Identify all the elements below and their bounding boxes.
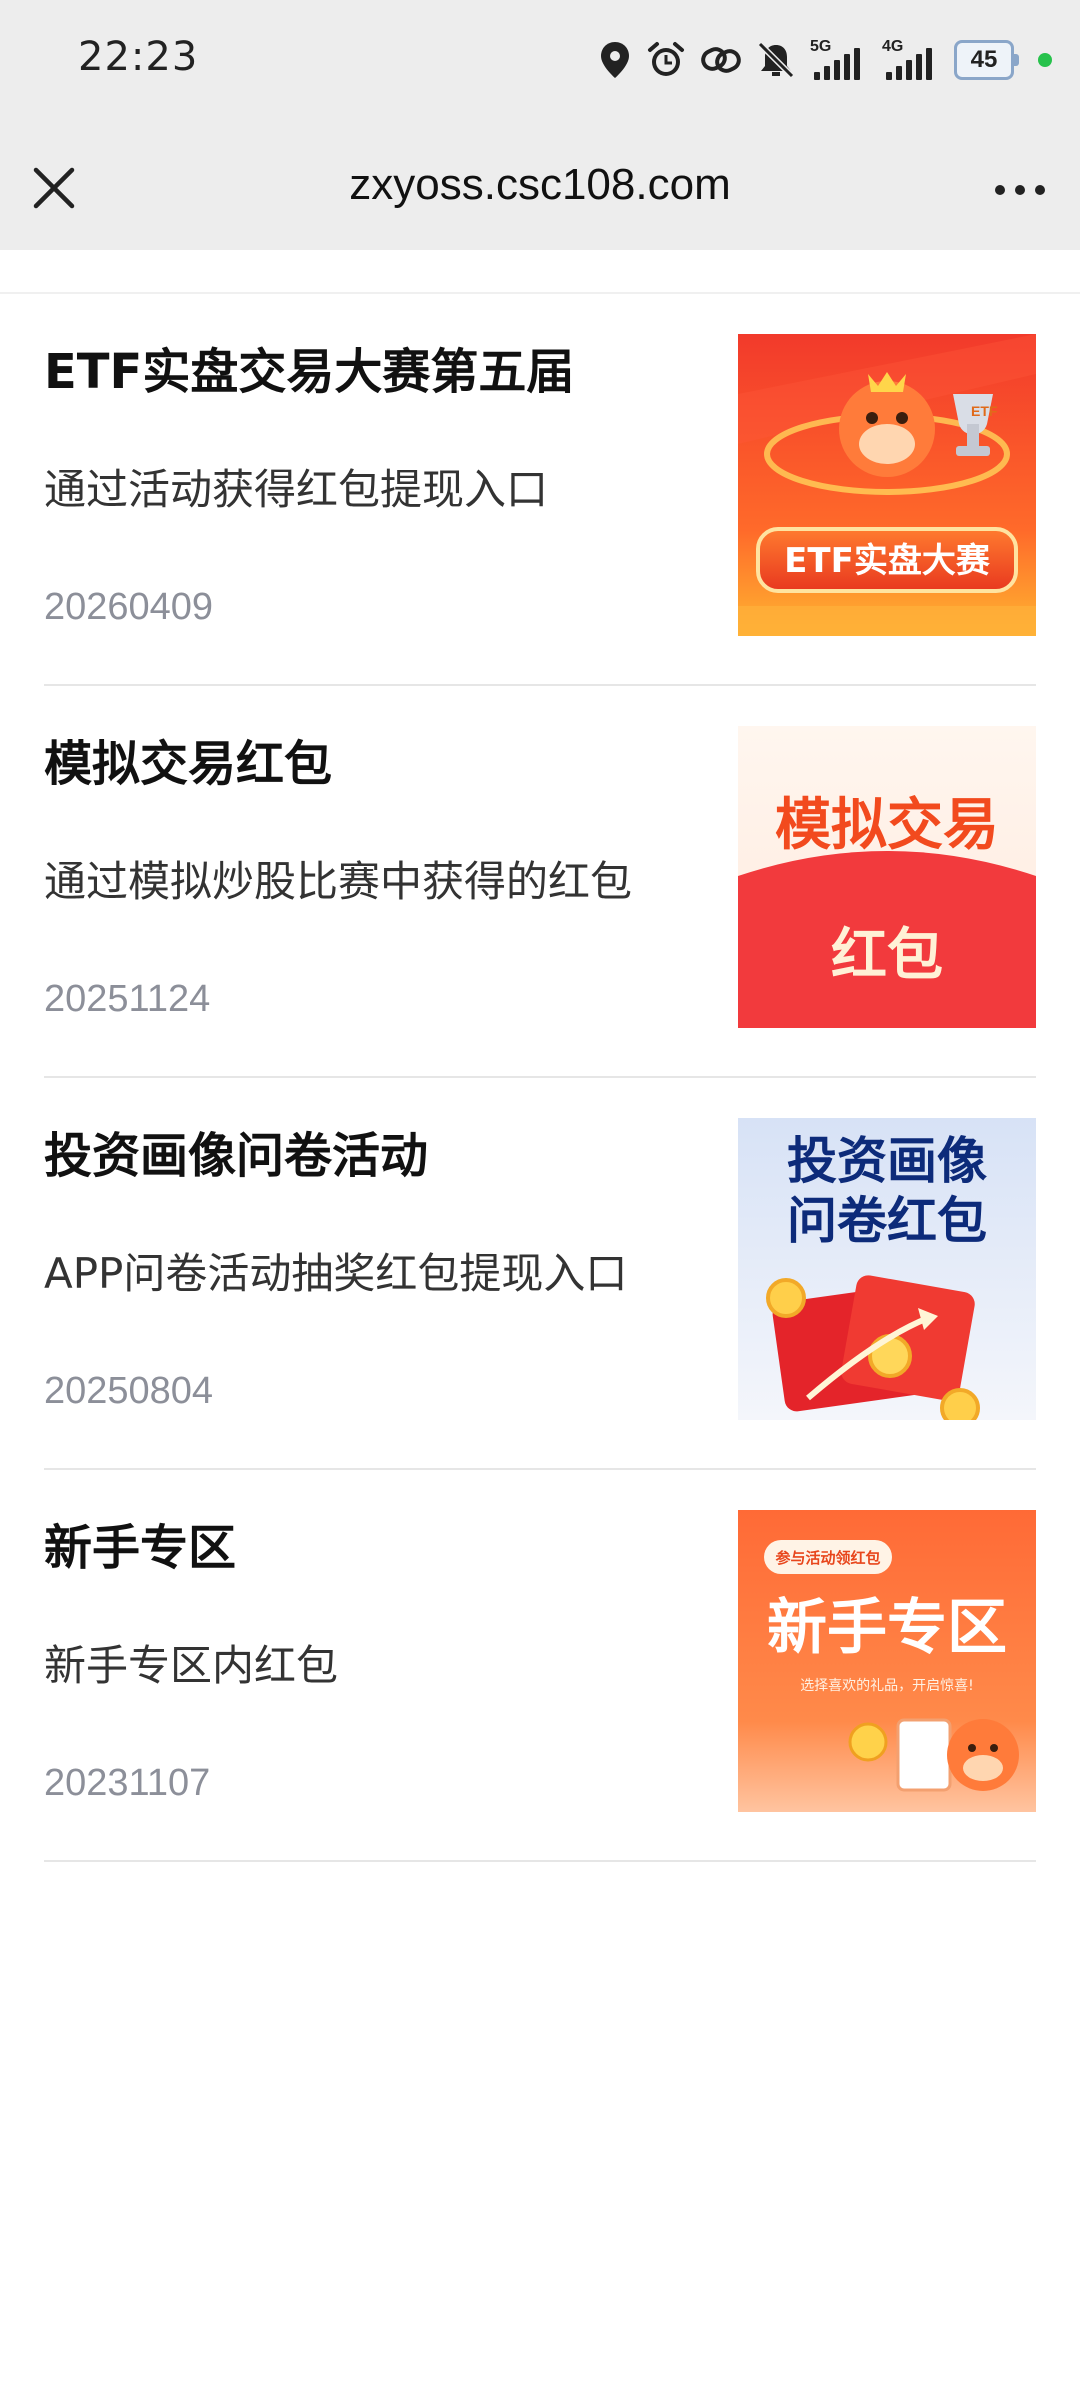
survey-line2: 问卷红包 <box>787 1192 987 1250</box>
browser-nav-bar: zxyoss.csc108.com <box>0 120 1080 250</box>
mock-trade-image: 模拟交易 红包 <box>738 726 1036 1028</box>
item-thumbnail: ETF ETF实盘大赛 <box>738 334 1036 636</box>
mock-trade-line1: 模拟交易 <box>775 793 999 858</box>
mock-trade-line2: 红包 <box>831 923 943 988</box>
battery-icon: 45 <box>954 40 1019 80</box>
item-date: 20260409 <box>44 586 214 628</box>
item-thumbnail: 投资画像 问卷红包 <box>738 1118 1036 1420</box>
item-thumbnail: 参与活动领红包 新手专区 选择喜欢的礼品，开启惊喜! <box>738 1510 1036 1812</box>
status-time: 22:23 <box>78 34 199 80</box>
list-item[interactable]: 投资画像问卷活动 APP问卷活动抽奖红包提现入口 20250804 投资画像 问… <box>44 1078 1036 1470</box>
link-icon <box>701 47 741 73</box>
more-icon <box>995 185 1045 195</box>
list-item[interactable]: 模拟交易红包 通过模拟炒股比赛中获得的红包 20251124 模拟交易 红包 <box>44 686 1036 1078</box>
item-title: 新手专区 <box>44 1520 237 1576</box>
item-title: 模拟交易红包 <box>44 736 333 792</box>
item-title: 投资画像问卷活动 <box>44 1128 429 1184</box>
location-icon <box>601 42 629 78</box>
red-packet-list: ETF实盘交易大赛第五届 通过活动获得红包提现入口 20260409 ETF E… <box>0 294 1080 1862</box>
etf-contest-image: ETF ETF实盘大赛 <box>738 334 1036 636</box>
item-description: 新手专区内红包 <box>44 1641 339 1690</box>
newbie-title: 新手专区 <box>767 1593 1007 1663</box>
item-description: APP问卷活动抽奖红包提现入口 <box>44 1249 628 1298</box>
item-title: ETF实盘交易大赛第五届 <box>44 344 575 400</box>
item-date: 20231107 <box>44 1762 211 1804</box>
signal-5g: 5G <box>810 38 868 82</box>
newbie-zone-image: 参与活动领红包 新手专区 选择喜欢的礼品，开启惊喜! <box>738 1510 1036 1812</box>
etf-badge-text: ETF <box>971 403 998 419</box>
page-url: zxyoss.csc108.com <box>349 160 731 209</box>
signal-bars-icon <box>814 48 860 80</box>
list-item[interactable]: 新手专区 新手专区内红包 20231107 参与活动领红包 新手专区 选择喜欢的… <box>44 1470 1036 1862</box>
etf-banner-text: ETF实盘大赛 <box>784 541 991 581</box>
item-date: 20251124 <box>44 978 211 1020</box>
mute-icon <box>757 41 795 79</box>
signal-4g: 4G <box>882 38 940 82</box>
battery-level: 45 <box>970 46 998 73</box>
survey-image: 投资画像 问卷红包 <box>738 1118 1036 1420</box>
signal-bars-icon <box>886 48 932 80</box>
status-bar: 22:23 5G 4G 45 <box>0 0 1080 120</box>
status-icons: 5G 4G 45 <box>598 30 1052 90</box>
item-description: 通过活动获得红包提现入口 <box>44 465 549 514</box>
item-description: 通过模拟炒股比赛中获得的红包 <box>44 857 633 906</box>
item-thumbnail: 模拟交易 红包 <box>738 726 1036 1028</box>
more-button[interactable] <box>990 170 1050 210</box>
survey-line1: 投资画像 <box>787 1132 987 1190</box>
list-item[interactable]: ETF实盘交易大赛第五届 通过活动获得红包提现入口 20260409 ETF E… <box>44 294 1036 686</box>
newbie-badge: 参与活动领红包 <box>775 1549 880 1567</box>
newbie-subtitle: 选择喜欢的礼品，开启惊喜! <box>800 1678 974 1694</box>
alarm-icon <box>648 42 684 76</box>
privacy-indicator-icon <box>1038 53 1052 67</box>
item-date: 20250804 <box>44 1370 214 1412</box>
